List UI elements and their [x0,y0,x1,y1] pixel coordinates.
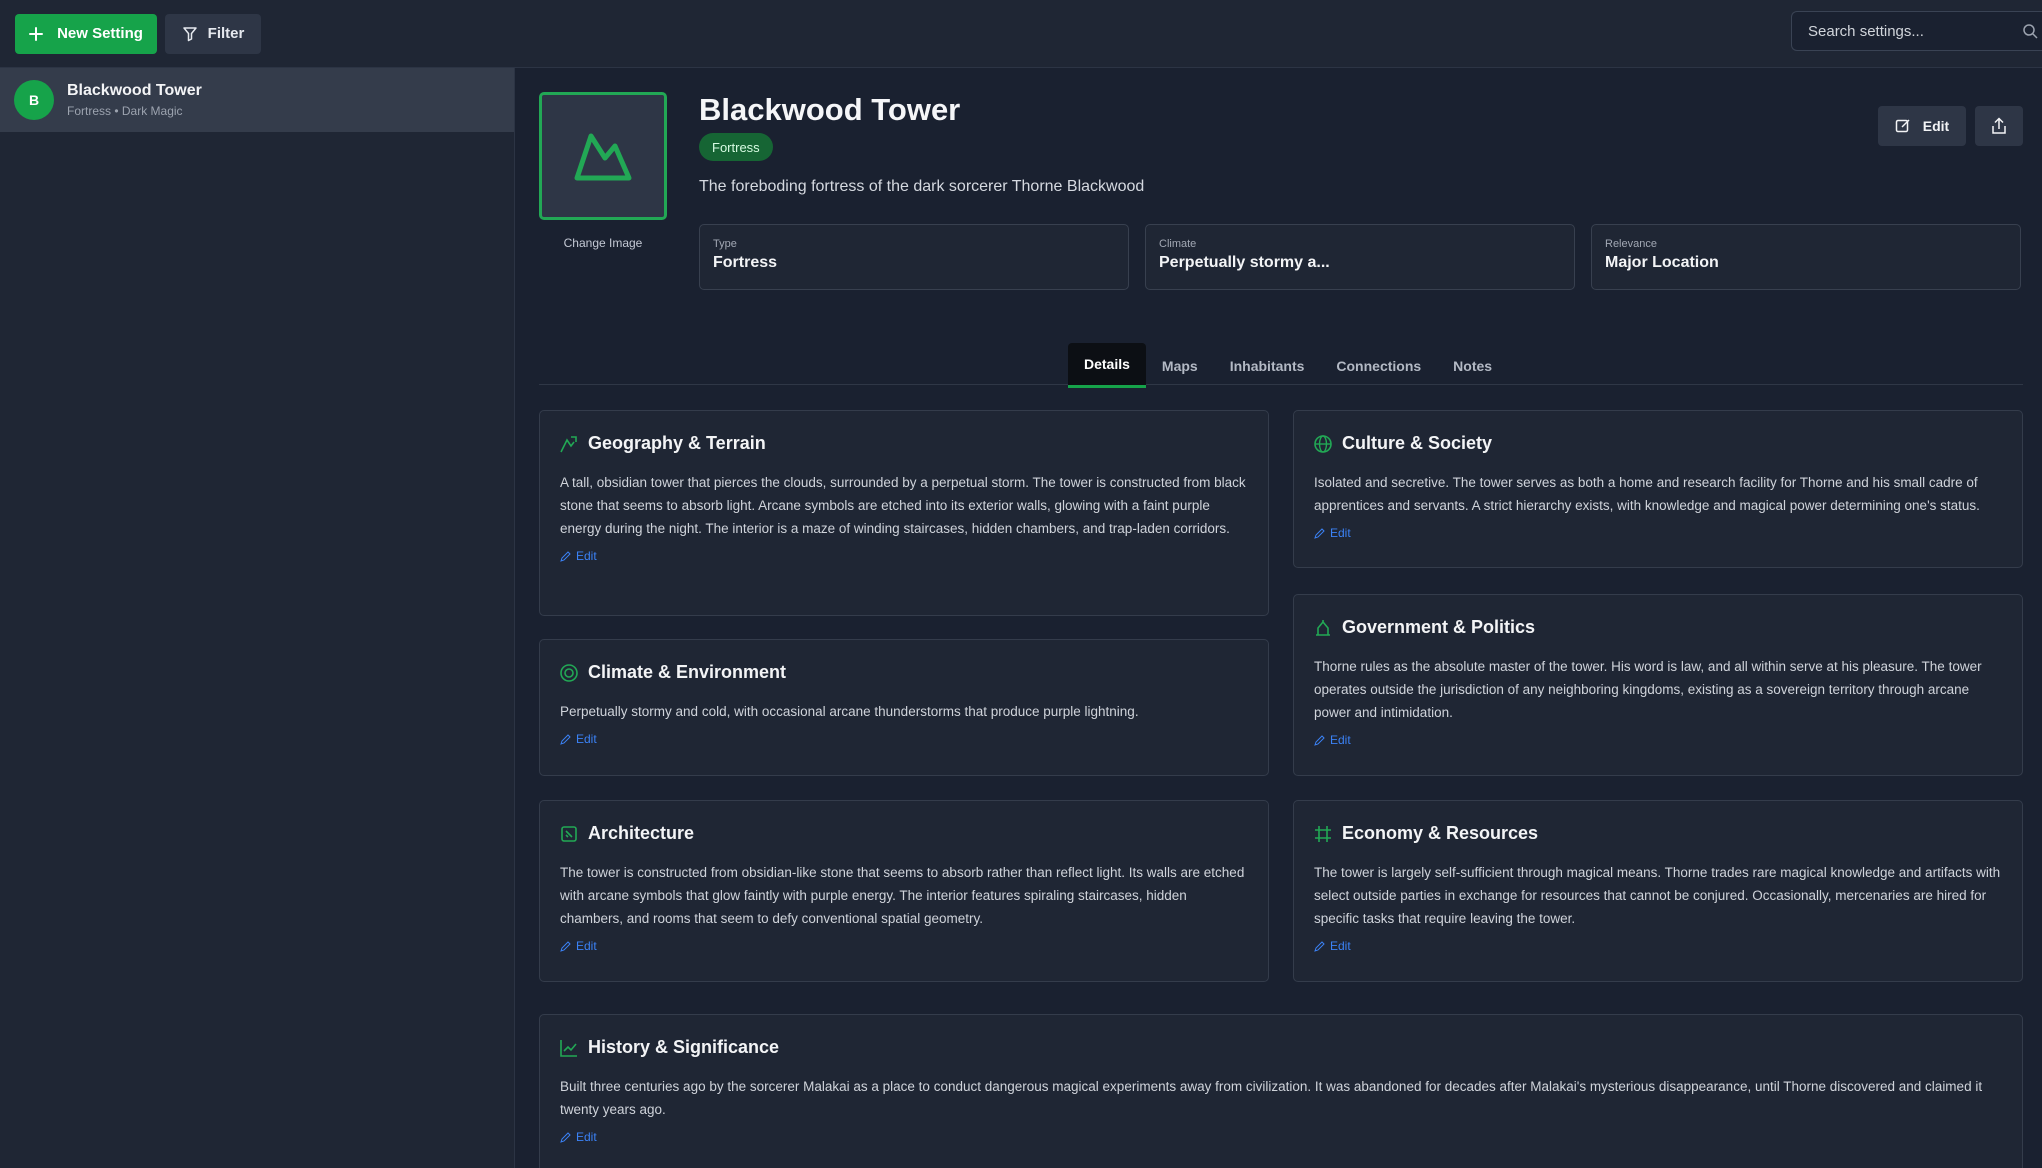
search-box [1791,11,2042,51]
tab-inhabitants[interactable]: Inhabitants [1214,343,1321,388]
edit-label: Edit [1330,526,1351,540]
card-title: Climate & Environment [588,662,787,682]
search-icon[interactable] [2022,23,2038,39]
pencil-icon [560,1131,571,1143]
card-body: The tower is largely self-sufficient thr… [1314,865,2001,926]
tab-maps[interactable]: Maps [1146,343,1214,388]
card-title: Economy & Resources [1342,823,1539,843]
setting-description: The foreboding fortress of the dark sorc… [699,178,1145,195]
stat-climate: Climate Perpetually stormy a... [1145,224,1575,290]
card-government: Government & Politics Thorne rules as th… [1293,594,2023,776]
card-body: Thorne rules as the absolute master of t… [1314,659,1982,720]
pencil-icon [1314,527,1325,539]
card-architecture: Architecture The tower is constructed fr… [539,800,1269,982]
avatar: B [14,80,54,120]
card-body: A tall, obsidian tower that pierces the … [560,475,1246,536]
edit-link[interactable]: Edit [560,732,1248,746]
tab-details[interactable]: Details [1068,343,1146,388]
edit-label: Edit [576,732,597,746]
sidebar-item-blackwood-tower[interactable]: B Blackwood Tower Fortress • Dark Magic [0,68,514,132]
settings-sidebar: B Blackwood Tower Fortress • Dark Magic [0,68,515,1168]
pencil-icon [1314,734,1325,746]
grid-icon [1315,825,1331,842]
globe-icon [1314,434,1332,453]
landmark-icon [1316,619,1330,636]
share-icon [1992,117,2006,134]
stat-type: Type Fortress [699,224,1129,290]
building-icon [561,825,577,842]
main-panel: Change Image Blackwood Tower Fortress Th… [516,68,2042,1168]
filter-button[interactable]: Filter [165,13,261,54]
stat-label: Relevance [1605,238,1657,250]
mountain-image-icon [574,133,632,181]
edit-label: Edit [576,939,597,953]
card-culture: Culture & Society Isolated and secretive… [1293,410,2023,568]
change-image-link[interactable]: Change Image [539,236,667,250]
card-title: History & Significance [588,1037,780,1057]
edit-icon [1895,119,1910,133]
type-badge: Fortress [699,133,773,161]
card-history: History & Significance Built three centu… [539,1014,2023,1168]
edit-label: Edit [1330,939,1351,953]
edit-link[interactable]: Edit [560,1130,2002,1144]
stat-value: Major Location [1605,254,1719,271]
pencil-icon [560,733,571,745]
share-button[interactable] [1975,106,2023,146]
tab-notes[interactable]: Notes [1437,343,1508,388]
card-climate: Climate & Environment Perpetually stormy… [539,639,1269,776]
stat-relevance: Relevance Major Location [1591,224,2021,290]
card-title: Government & Politics [1342,617,1536,637]
pencil-icon [1314,940,1325,952]
edit-label: Edit [576,549,597,563]
filter-label: Filter [207,25,245,42]
setting-image[interactable] [539,92,667,220]
mountain-icon [560,435,577,452]
edit-link[interactable]: Edit [560,939,1248,953]
detail-tabs: Details Maps Inhabitants Connections Not… [1068,343,1508,388]
edit-link[interactable]: Edit [1314,526,2002,540]
edit-link[interactable]: Edit [560,549,1248,563]
card-body: The tower is constructed from obsidian-l… [560,865,1245,926]
search-input[interactable] [1808,22,2008,40]
card-body: Perpetually stormy and cold, with occasi… [560,704,1139,719]
stat-value: Fortress [713,254,778,271]
stat-label: Type [713,238,737,250]
new-setting-label: New Setting [57,25,143,42]
card-title: Architecture [588,823,695,843]
edit-link[interactable]: Edit [1314,733,2002,747]
tab-connections[interactable]: Connections [1320,343,1437,388]
card-body: Built three centuries ago by the sorcere… [560,1079,1983,1117]
card-title: Geography & Terrain [588,433,766,453]
card-title: Culture & Society [1342,433,1493,453]
sidebar-item-subtitle: Fortress • Dark Magic [67,104,183,118]
card-economy: Economy & Resources The tower is largely… [1293,800,2023,982]
edit-label: Edit [1330,733,1351,747]
stat-label: Climate [1159,238,1197,250]
card-body: Isolated and secretive. The tower serves… [1314,475,1980,513]
edit-link[interactable]: Edit [1314,939,2002,953]
stat-value: Perpetually stormy a... [1159,254,1330,271]
plus-icon [29,26,44,41]
sidebar-item-title: Blackwood Tower [67,82,202,99]
pencil-icon [560,550,571,562]
top-toolbar: New Setting Filter [0,0,2042,68]
edit-label: Edit [1922,118,1950,134]
page-title: Blackwood Tower [699,92,961,127]
card-geography: Geography & Terrain A tall, obsidian tow… [539,410,1269,616]
filter-icon [182,26,197,41]
chart-icon [560,1039,577,1057]
target-icon [560,663,578,682]
edit-button[interactable]: Edit [1878,106,1966,146]
pencil-icon [560,940,571,952]
edit-label: Edit [576,1130,597,1144]
new-setting-button[interactable]: New Setting [15,13,157,54]
